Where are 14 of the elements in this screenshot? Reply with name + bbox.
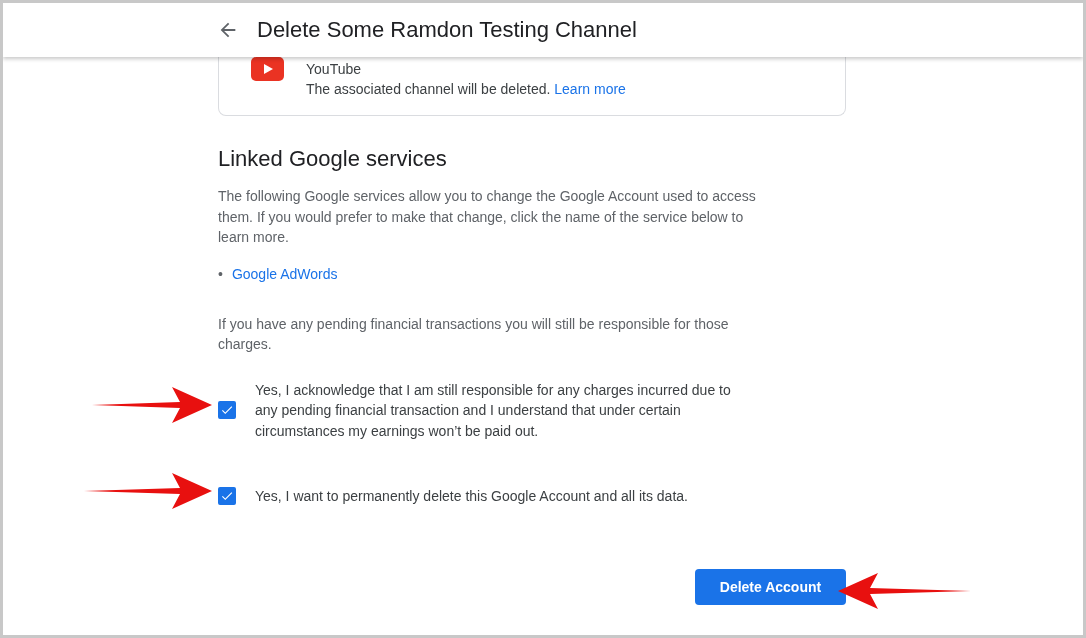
bullet: • xyxy=(218,265,223,282)
section-description: The following Google services allow you to change the Google Account used to access them. If you would prefer to make that change, click the name of the service below to learn more. xyxy=(218,187,756,247)
service-link[interactable]: Google AdWords xyxy=(231,265,338,282)
checkbox-label: Yes, I want to permanently delete this Google Account and all its data. xyxy=(255,487,689,506)
checkbox-label: Yes, I acknowledge that I am still responsible for any charges incurred due to any pending financial transaction and I understand that under certain circumstances my earnings won’t be paid out. xyxy=(255,380,732,441)
product-name: YouTube xyxy=(306,60,362,79)
checkbox[interactable] xyxy=(218,487,236,506)
product-description: The associated channel will be deleted. Learn more xyxy=(306,80,626,99)
page-title: Delete Some Ramdon Testing Channel xyxy=(257,17,637,43)
delete-account-button[interactable]: Delete Account xyxy=(695,568,846,605)
checkbox[interactable] xyxy=(218,401,236,420)
notice-text: If you have any pending financial transactions you will still be responsible for those charges. xyxy=(218,314,730,354)
learn-more-link[interactable]: Learn more xyxy=(554,81,626,97)
section-heading: Linked Google services xyxy=(218,146,448,172)
